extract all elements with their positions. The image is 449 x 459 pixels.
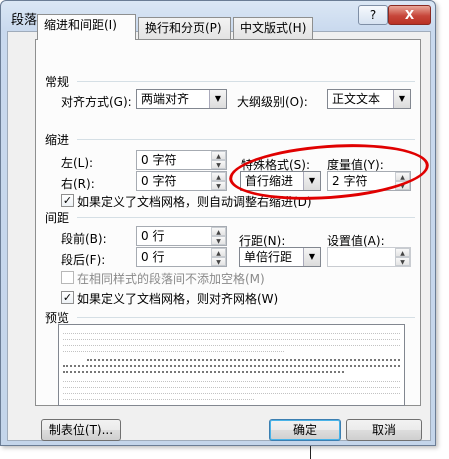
spacing-divider xyxy=(77,217,415,218)
no-space-label[interactable]: 在相同样式的段落间不添加空格(M) xyxy=(77,270,265,287)
text-cursor xyxy=(310,446,311,459)
outline-level-label: 大纲级别(O): xyxy=(237,95,308,109)
tab-stops-button[interactable]: 制表位(T)... xyxy=(41,419,121,441)
chevron-down-icon: ▼ xyxy=(303,248,320,266)
spin-up-icon[interactable]: ▲ xyxy=(395,248,410,257)
space-before-label: 段前(B): xyxy=(61,232,107,246)
preview-current-paragraph-line xyxy=(87,359,400,363)
preview-next-paragraph-line xyxy=(63,399,254,402)
spin-up-icon[interactable]: ▲ xyxy=(211,227,226,236)
auto-adjust-label[interactable]: 如果定义了文档网格，则自动调整右缩进(D) xyxy=(77,193,312,210)
chevron-down-icon: ▼ xyxy=(303,172,320,190)
measure-value: 2 字符 xyxy=(332,174,368,188)
space-before-value: 0 行 xyxy=(141,229,165,243)
auto-adjust-checkbox[interactable]: ✓ xyxy=(61,194,74,207)
spin-down-icon[interactable]: ▼ xyxy=(211,181,226,190)
indent-divider xyxy=(77,139,415,140)
preview-prev-paragraph-line xyxy=(63,333,400,336)
no-space-checkbox[interactable] xyxy=(61,271,74,284)
space-after-label: 段后(F): xyxy=(61,253,106,267)
left-indent-value: 0 字符 xyxy=(141,153,177,167)
preview-current-paragraph-line xyxy=(63,365,400,369)
left-indent-spinner[interactable]: 0 字符 ▲ ▼ xyxy=(136,150,227,170)
alignment-label: 对齐方式(G): xyxy=(61,95,132,109)
alignment-value: 两端对齐 xyxy=(141,92,190,106)
right-indent-label: 右(R): xyxy=(61,177,95,191)
space-after-value: 0 行 xyxy=(141,250,165,264)
spin-down-icon[interactable]: ▼ xyxy=(211,160,226,169)
right-indent-value: 0 字符 xyxy=(141,174,177,188)
spacing-section-title: 间距 xyxy=(45,211,70,225)
spin-down-icon[interactable]: ▼ xyxy=(395,257,410,266)
paragraph-dialog: 段落 ? X 缩进和间距(I) 换行和分页(P) 中文版式(H) 常规 对齐方式… xyxy=(0,0,436,446)
cancel-button[interactable]: 取消 xyxy=(346,419,422,441)
spin-down-icon[interactable]: ▼ xyxy=(211,236,226,245)
spin-down-icon[interactable]: ▼ xyxy=(211,257,226,266)
line-spacing-select[interactable]: 单倍行距 ▼ xyxy=(239,247,321,267)
preview-prev-paragraph-line xyxy=(63,339,400,342)
spin-up-icon[interactable]: ▲ xyxy=(211,151,226,160)
paragraph-preview xyxy=(58,324,405,406)
spin-down-icon[interactable]: ▼ xyxy=(395,181,410,190)
preview-current-paragraph-line xyxy=(63,371,344,375)
left-indent-label: 左(L): xyxy=(61,156,94,170)
ok-button[interactable]: 确定 xyxy=(269,419,341,441)
preview-prev-paragraph-line xyxy=(63,351,284,354)
general-divider xyxy=(77,81,415,82)
measure-spinner[interactable]: 2 字符 ▲ ▼ xyxy=(327,171,411,191)
chevron-down-icon: ▼ xyxy=(209,90,226,108)
general-section-title: 常规 xyxy=(45,75,70,89)
snap-grid-label[interactable]: 如果定义了文档网格，则对齐网格(W) xyxy=(77,290,278,307)
special-indent-value: 首行缩进 xyxy=(245,174,294,188)
line-spacing-value: 单倍行距 xyxy=(244,250,293,264)
spin-up-icon[interactable]: ▲ xyxy=(395,172,410,181)
outline-level-select[interactable]: 正文文本 ▼ xyxy=(327,89,411,109)
space-after-spinner[interactable]: 0 行 ▲ ▼ xyxy=(136,247,227,267)
tab-asian-typography[interactable]: 中文版式(H) xyxy=(233,17,313,39)
snap-grid-checkbox[interactable]: ✓ xyxy=(61,291,74,304)
close-button[interactable]: X xyxy=(388,5,431,25)
preview-prev-paragraph-line xyxy=(63,345,400,348)
tab-indent-spacing[interactable]: 缩进和间距(I) xyxy=(37,14,136,40)
indent-section-title: 缩进 xyxy=(45,133,70,147)
space-before-spinner[interactable]: 0 行 ▲ ▼ xyxy=(136,226,227,246)
help-button[interactable]: ? xyxy=(358,5,388,25)
tab-line-page-breaks[interactable]: 换行和分页(P) xyxy=(138,17,231,39)
spin-up-icon[interactable]: ▲ xyxy=(211,248,226,257)
dialog-title: 段落 xyxy=(11,13,38,28)
special-indent-select[interactable]: 首行缩进 ▼ xyxy=(240,171,321,191)
preview-divider xyxy=(77,317,415,318)
outline-level-value: 正文文本 xyxy=(332,92,381,106)
preview-next-paragraph-line xyxy=(63,387,400,390)
alignment-select[interactable]: 两端对齐 ▼ xyxy=(136,89,227,109)
right-indent-spinner[interactable]: 0 字符 ▲ ▼ xyxy=(136,171,227,191)
spin-up-icon[interactable]: ▲ xyxy=(211,172,226,181)
preview-next-paragraph-line xyxy=(63,393,400,396)
setting-value-spinner[interactable]: ▲ ▼ xyxy=(327,247,411,267)
preview-next-paragraph-line xyxy=(63,381,400,384)
chevron-down-icon: ▼ xyxy=(393,90,410,108)
